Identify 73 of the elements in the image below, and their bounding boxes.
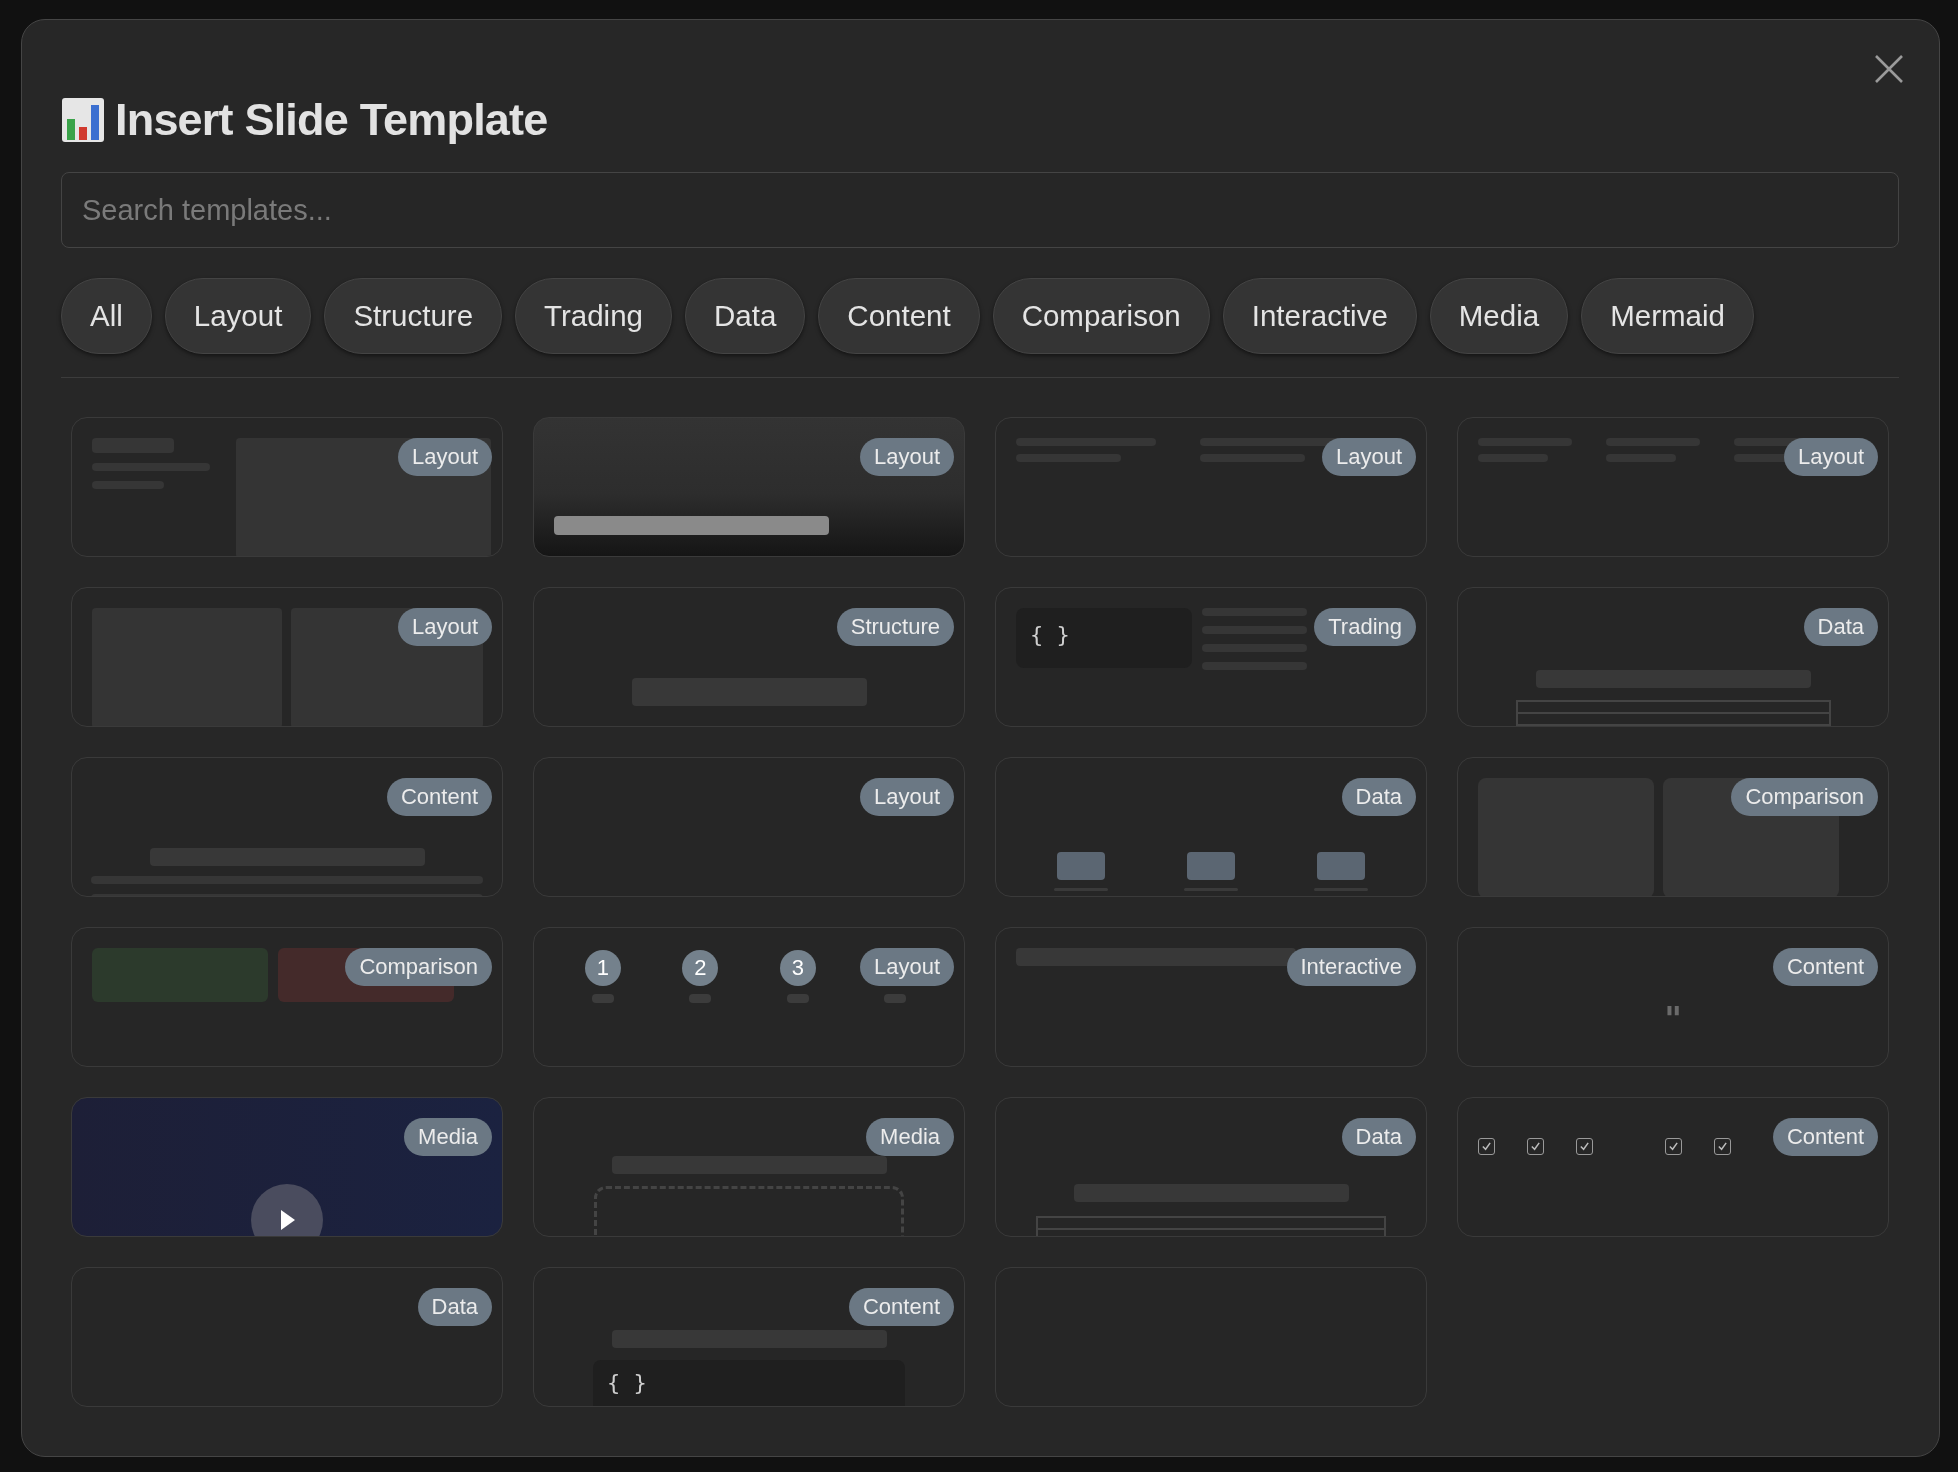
category-badge: Interactive [1286, 948, 1416, 986]
checkbox-icon [1665, 1138, 1682, 1155]
search-field[interactable]: Search templates... [61, 172, 1899, 248]
category-badge: Layout [397, 608, 492, 646]
category-badge: Comparison [345, 948, 492, 986]
bar-chart-icon [61, 97, 105, 143]
filter-chip[interactable]: Content [818, 278, 980, 354]
quote-mark: " [1664, 1002, 1682, 1036]
template-card[interactable]: Data [995, 1097, 1427, 1237]
checkbox-icon [1576, 1138, 1593, 1155]
category-badge: Data [1803, 608, 1878, 646]
template-card[interactable]: Structure [533, 587, 965, 727]
filter-chip[interactable]: Data [685, 278, 806, 354]
checkbox-icon [1714, 1138, 1731, 1155]
category-badge: Data [1341, 1118, 1416, 1156]
step-number: 3 [779, 950, 816, 986]
category-badge: Layout [859, 948, 954, 986]
category-badge: Media [866, 1118, 954, 1156]
placeholder-bar [1057, 852, 1105, 880]
checkbox-icon [1527, 1138, 1544, 1155]
template-card[interactable]: " Content [1457, 927, 1889, 1067]
template-card[interactable]: { } Trading [995, 587, 1427, 727]
category-badge: Trading [1314, 608, 1416, 646]
step-number: 1 [584, 950, 621, 986]
template-card[interactable]: Data [995, 757, 1427, 897]
category-badge: Comparison [1731, 778, 1878, 816]
category-badge: Structure [836, 608, 954, 646]
template-card[interactable]: Layout [71, 417, 503, 557]
template-card[interactable]: Media [533, 1097, 965, 1237]
category-badge: Layout [1783, 438, 1878, 476]
template-card[interactable]: Comparison [71, 927, 503, 1067]
dialog-title: Insert Slide Template [115, 94, 548, 146]
category-badge: Content [1772, 948, 1878, 986]
filter-chip[interactable]: Mermaid [1581, 278, 1754, 354]
category-badge: Content [848, 1288, 954, 1326]
filter-chip[interactable]: Media [1429, 278, 1569, 354]
filter-chip[interactable]: Trading [515, 278, 672, 354]
step-number: 2 [682, 950, 719, 986]
template-card[interactable]: Media [71, 1097, 503, 1237]
filter-chip[interactable]: Layout [164, 278, 312, 354]
checkbox-icon [1478, 1138, 1495, 1155]
template-card[interactable]: Content [71, 757, 503, 897]
template-card[interactable]: Content [1457, 1097, 1889, 1237]
template-card[interactable]: 1 2 3 Layout [533, 927, 965, 1067]
category-badge: Layout [397, 438, 492, 476]
category-badge: Media [404, 1118, 492, 1156]
play-button-icon [251, 1184, 323, 1236]
template-card[interactable]: Data [71, 1267, 503, 1407]
placeholder-bar [1187, 852, 1235, 880]
category-badge: Layout [859, 778, 954, 816]
template-card[interactable]: Layout [1457, 417, 1889, 557]
category-badge: Layout [859, 438, 954, 476]
template-card[interactable]: { } Content [533, 1267, 965, 1407]
category-badge: Data [417, 1288, 492, 1326]
filter-chip[interactable]: Comparison [992, 278, 1210, 354]
code-block: { } [593, 1360, 905, 1406]
placeholder-bar [1317, 852, 1365, 880]
category-badge: Content [386, 778, 492, 816]
filter-chip[interactable]: All [61, 278, 152, 354]
template-card[interactable]: Comparison [1457, 757, 1889, 897]
code-block: { } [1016, 608, 1192, 668]
template-card[interactable]: Layout [71, 587, 503, 727]
template-card[interactable]: Layout [995, 417, 1427, 557]
category-badge: Data [1341, 778, 1416, 816]
filter-chip[interactable]: Interactive [1222, 278, 1417, 354]
category-badge: Layout [1321, 438, 1416, 476]
template-card[interactable]: Data [1457, 587, 1889, 727]
template-card[interactable]: Interactive [995, 927, 1427, 1067]
template-card[interactable]: Layout [533, 417, 965, 557]
close-icon [1874, 54, 1904, 84]
category-badge: Content [1772, 1118, 1878, 1156]
template-card[interactable]: Layout [533, 757, 965, 897]
filter-chip[interactable]: Structure [324, 278, 503, 354]
